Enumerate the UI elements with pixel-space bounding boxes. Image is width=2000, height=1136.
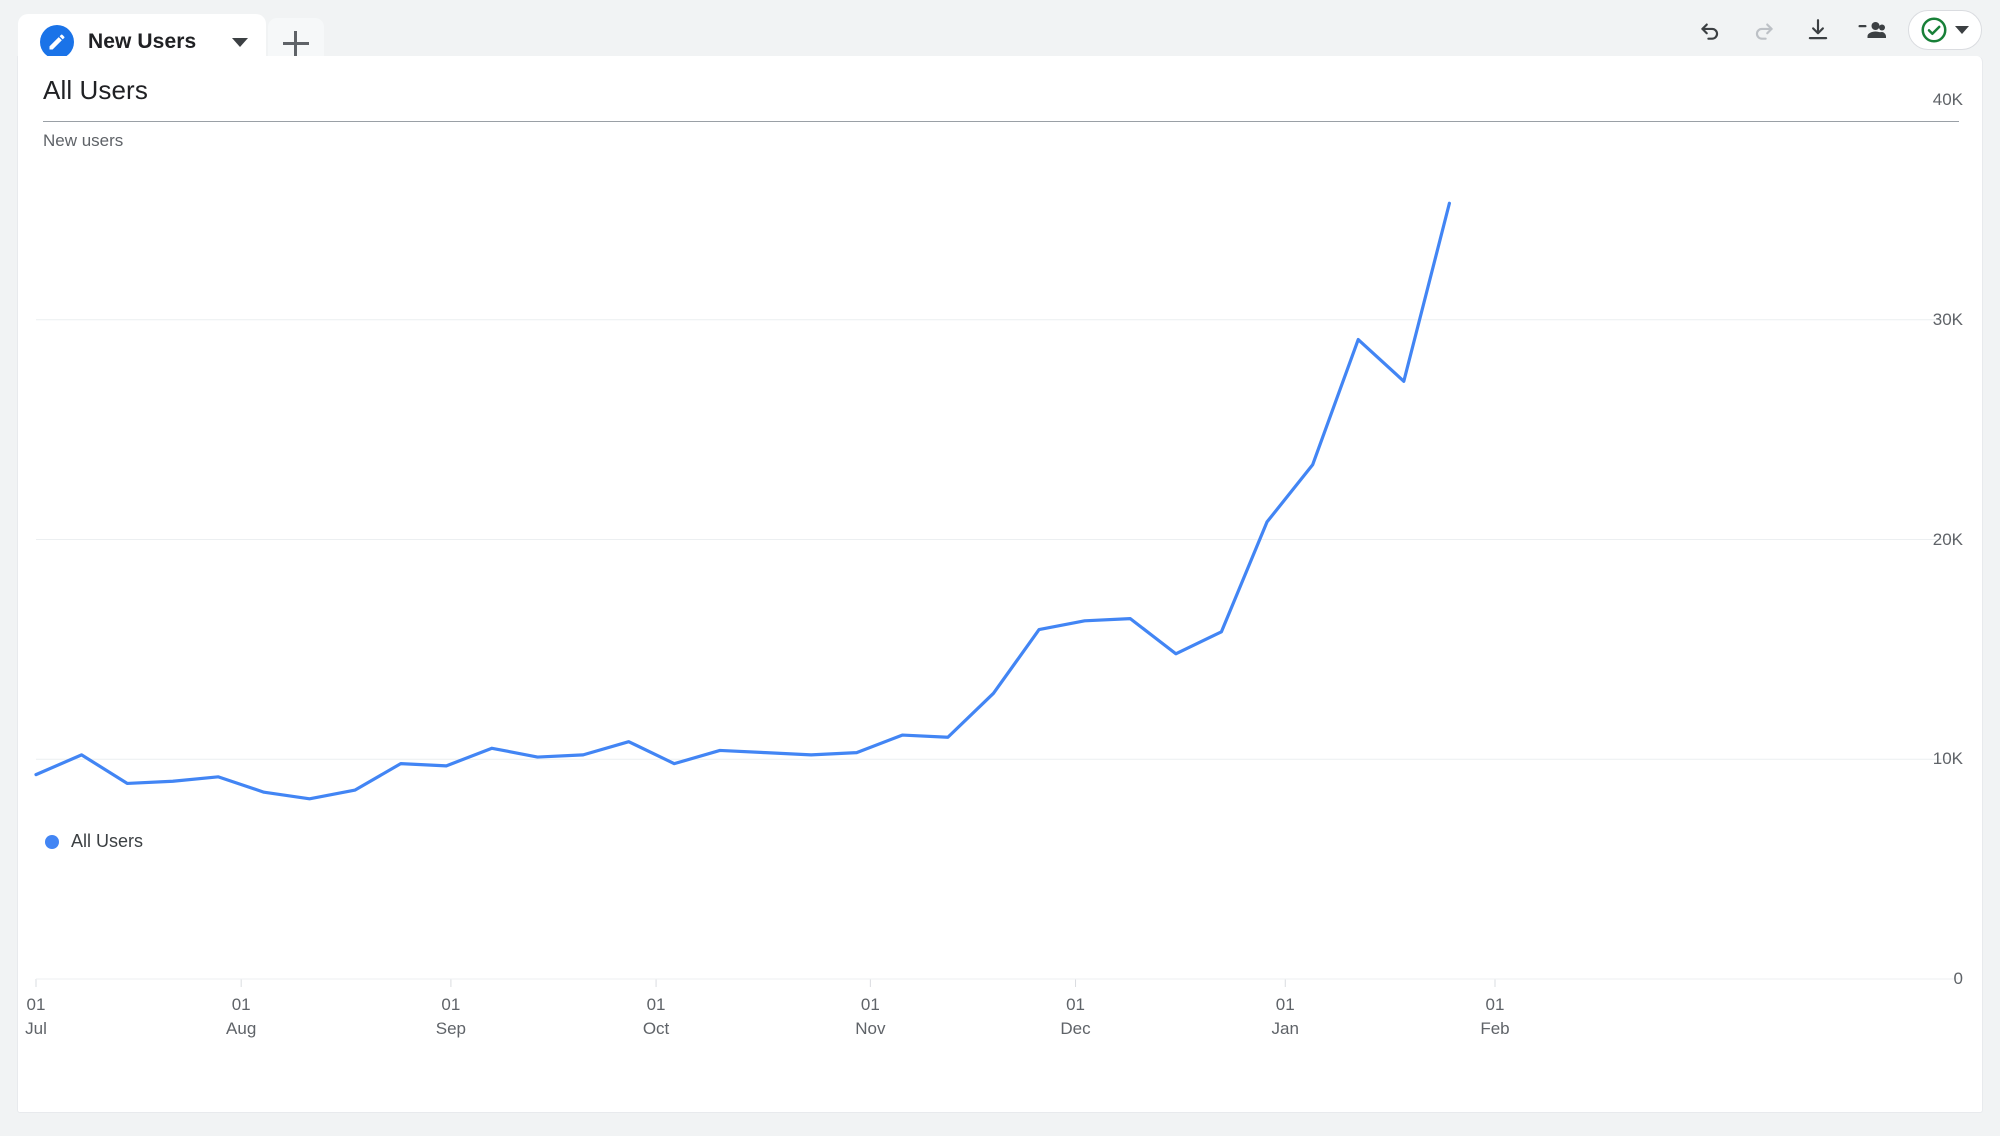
axis-tickmarks (36, 979, 1958, 987)
undo-icon (1697, 17, 1723, 43)
x-axis-tick: 01Jul (0, 996, 81, 1037)
series-line-all-users[interactable] (36, 203, 1449, 799)
y-axis-tick: 20K (1903, 530, 1963, 550)
analytics-dashboard: New Users (0, 0, 2000, 1136)
chevron-down-icon[interactable] (232, 38, 248, 47)
y-axis-tick: 10K (1903, 749, 1963, 769)
gridlines (36, 100, 1958, 979)
pencil-icon (40, 25, 74, 59)
line-chart: 010K20K30K40K 01Jul01Aug01Sep01Oct01Nov0… (18, 56, 1984, 1113)
y-axis-tick: 30K (1903, 310, 1963, 330)
plus-icon (283, 31, 309, 57)
tab-label: New Users (88, 30, 218, 54)
x-axis-tick: 01Dec (1031, 996, 1121, 1037)
legend-color-swatch (45, 835, 59, 849)
x-axis-tick: 01Sep (406, 996, 496, 1037)
redo-button[interactable] (1744, 10, 1784, 50)
x-axis-tick: 01Aug (196, 996, 286, 1037)
x-axis-tick: 01Nov (825, 996, 915, 1037)
legend-item-label: All Users (71, 831, 143, 852)
x-axis-tick: 01Jan (1240, 996, 1330, 1037)
share-button[interactable] (1852, 10, 1892, 50)
chart-legend[interactable]: All Users (45, 831, 143, 852)
toolbar (1690, 8, 1982, 52)
redo-icon (1751, 17, 1777, 43)
y-axis-tick: 40K (1903, 90, 1963, 110)
x-axis-tick: 01Feb (1450, 996, 1540, 1037)
person-remove-icon (1858, 17, 1886, 43)
download-button[interactable] (1798, 10, 1838, 50)
report-card: All Users New users 010K20K30K40K 01Jul0… (17, 56, 1983, 1113)
download-icon (1805, 17, 1831, 43)
status-pill[interactable] (1908, 10, 1982, 50)
x-axis-tick: 01Oct (611, 996, 701, 1037)
check-circle-icon (1919, 15, 1949, 45)
undo-button[interactable] (1690, 10, 1730, 50)
chart-canvas (18, 56, 1984, 1113)
y-axis-tick: 0 (1903, 969, 1963, 989)
chevron-down-icon (1955, 26, 1969, 34)
